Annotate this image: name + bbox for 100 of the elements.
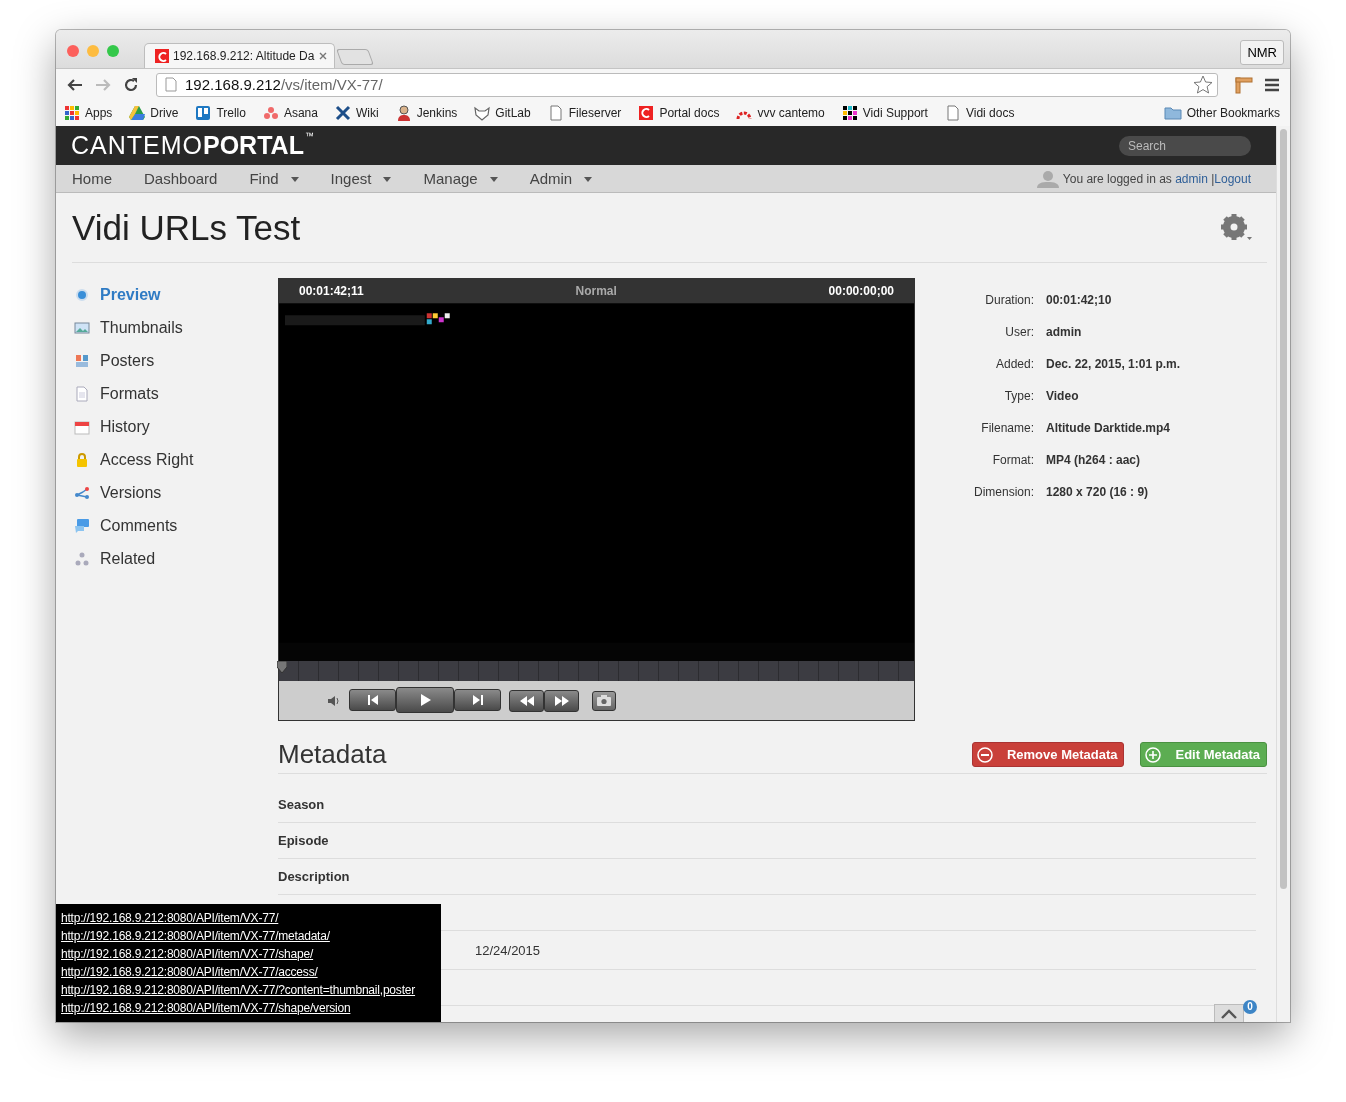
detail-label: Duration: xyxy=(984,293,1034,307)
skip-forward-icon xyxy=(471,693,484,706)
bookmark[interactable]: Portal docs xyxy=(638,105,720,121)
calendar-icon xyxy=(74,418,90,435)
scrollbar[interactable] xyxy=(1276,126,1290,1022)
sidebar-item[interactable]: Comments xyxy=(72,509,278,542)
detail-label: Type: xyxy=(1003,389,1034,403)
person-icon xyxy=(395,105,412,121)
sidebar-item[interactable]: Formats xyxy=(72,377,278,410)
tab-favicon-icon xyxy=(155,49,169,63)
settings-icon[interactable] xyxy=(1220,212,1252,243)
bookmark[interactable]: Drive xyxy=(129,105,179,121)
login-status: You are logged in as admin | xyxy=(1062,171,1215,186)
nav-menu-item[interactable]: Manage xyxy=(423,170,498,187)
tab-title: 192.168.9.212: Altitude Da xyxy=(173,49,315,63)
fast-forward-button[interactable] xyxy=(544,689,579,712)
bookmark[interactable]: GitLab xyxy=(474,105,531,121)
user-icon xyxy=(1036,169,1059,188)
reload-icon[interactable] xyxy=(122,75,140,94)
bookmark-folder[interactable]: Other Bookmarks xyxy=(1163,106,1280,120)
crossed-tools-icon xyxy=(334,105,351,121)
bookmark[interactable]: Wiki xyxy=(334,105,379,121)
profile-button[interactable]: NMR xyxy=(1240,39,1284,65)
remove-metadata-button[interactable]: Remove Metadata xyxy=(971,742,1125,767)
nav-menu-item[interactable]: Home xyxy=(72,170,112,187)
play-button[interactable] xyxy=(396,686,454,713)
skip-back-icon xyxy=(366,693,379,706)
field-label: Episode xyxy=(278,833,330,848)
fast-forward-icon xyxy=(554,695,569,706)
bookmark[interactable]: Asana xyxy=(262,105,318,121)
nav-menu-item[interactable]: Ingest xyxy=(330,170,392,187)
volume-icon[interactable] xyxy=(327,694,341,707)
bookmark[interactable]: Vidi Support xyxy=(841,105,928,121)
timecode: 00:01:42;11 xyxy=(299,284,364,298)
nav-menu-item[interactable]: Dashboard xyxy=(144,170,218,187)
url-link[interactable]: http://192.168.9.212:8080/API/item/VX-77/metadata/ xyxy=(61,927,330,945)
logout-link[interactable]: Logout xyxy=(1214,171,1251,186)
minus-circle-icon xyxy=(976,746,993,763)
sidebar-item[interactable]: Posters xyxy=(72,344,278,377)
nav-menu-item[interactable]: Admin xyxy=(529,170,593,187)
fox-head-icon xyxy=(474,105,491,121)
bookmark[interactable]: Trello xyxy=(195,105,246,121)
field-label: Season xyxy=(278,797,326,812)
sidebar-item[interactable]: Access Right xyxy=(72,443,278,476)
url-link[interactable]: http://192.168.9.212:8080/API/item/VX-77/ xyxy=(61,909,279,927)
timecode: 00:00:00;00 xyxy=(828,284,894,298)
section-title: Metadata xyxy=(278,739,387,770)
count-badge: 0 xyxy=(1243,1000,1257,1014)
detail-value: Dec. 22, 2015, 1:01 p.m. xyxy=(1046,357,1182,371)
browser-tab[interactable]: 192.168.9.212: Altitude Da xyxy=(144,43,336,68)
menu-icon[interactable] xyxy=(1264,77,1280,92)
app-logo-icon xyxy=(638,105,655,121)
detail-label: User: xyxy=(1004,325,1034,339)
rewind-icon xyxy=(519,695,534,706)
sidebar-item[interactable]: Preview xyxy=(72,278,278,311)
rewind-button[interactable] xyxy=(509,689,544,712)
seek-handle[interactable] xyxy=(277,661,287,673)
detail-value: 1280 x 720 (16 : 9) xyxy=(1046,485,1150,499)
sidebar-item[interactable]: Related xyxy=(72,542,278,575)
posters-icon xyxy=(74,352,90,369)
previous-button[interactable] xyxy=(349,688,396,711)
nav-menu-item[interactable]: Find xyxy=(249,170,299,187)
detail-value: MP4 (h264 : aac) xyxy=(1046,453,1142,467)
detail-value: Altitude Darktide.mp4 xyxy=(1046,421,1172,435)
bookmark[interactable]: Fileserver xyxy=(547,105,622,121)
field-value: 12/24/2015 xyxy=(475,942,541,958)
lock-icon xyxy=(74,451,90,468)
triangle-icon xyxy=(129,105,146,121)
nodes-icon xyxy=(74,484,90,501)
bookmark[interactable]: Vidi docs xyxy=(944,105,1015,121)
bookmark[interactable]: vvv cantemo xyxy=(736,105,825,121)
close-icon[interactable] xyxy=(318,51,329,61)
camera-icon xyxy=(597,695,611,706)
image-icon xyxy=(74,319,90,336)
caret-icon xyxy=(489,177,498,182)
sidebar-item[interactable]: Versions xyxy=(72,476,278,509)
related-icon xyxy=(74,550,90,567)
bookmark[interactable]: Apps xyxy=(64,105,113,121)
document-icon xyxy=(74,385,90,402)
scroll-to-top-button[interactable] xyxy=(1214,1004,1244,1022)
ruler-icon[interactable] xyxy=(1234,75,1254,94)
url-link[interactable]: http://192.168.9.212:8080/API/item/VX-77/access/ xyxy=(61,963,318,981)
back-icon[interactable] xyxy=(66,76,84,93)
sidebar-item[interactable]: History xyxy=(72,410,278,443)
caret-icon xyxy=(383,177,392,182)
logo[interactable]: CANTEMOPORTAL$^{™}$ xyxy=(71,131,314,160)
star-icon[interactable] xyxy=(1193,74,1213,95)
bookmark[interactable]: Jenkins xyxy=(395,105,458,121)
address-field[interactable]: 192.168.9.212/vs/item/VX-77/ xyxy=(156,72,1218,97)
search-field[interactable]: Search xyxy=(1119,135,1251,156)
url-link[interactable]: http://192.168.9.212:8080/API/item/VX-77/shape/ xyxy=(61,945,314,963)
caret-icon xyxy=(584,177,593,182)
sidebar-item[interactable]: Thumbnails xyxy=(72,311,278,344)
snapshot-button[interactable] xyxy=(592,690,616,711)
next-button[interactable] xyxy=(454,688,501,711)
field-label: Description xyxy=(278,869,351,884)
url-link[interactable]: http://192.168.9.212:8080/API/item/VX-77/shape/version xyxy=(61,999,351,1017)
color-grid-icon xyxy=(841,105,858,121)
url-link[interactable]: http://192.168.9.212:8080/API/item/VX-77/?content=thumbnail,poster xyxy=(61,981,416,999)
caret-icon xyxy=(290,177,299,182)
